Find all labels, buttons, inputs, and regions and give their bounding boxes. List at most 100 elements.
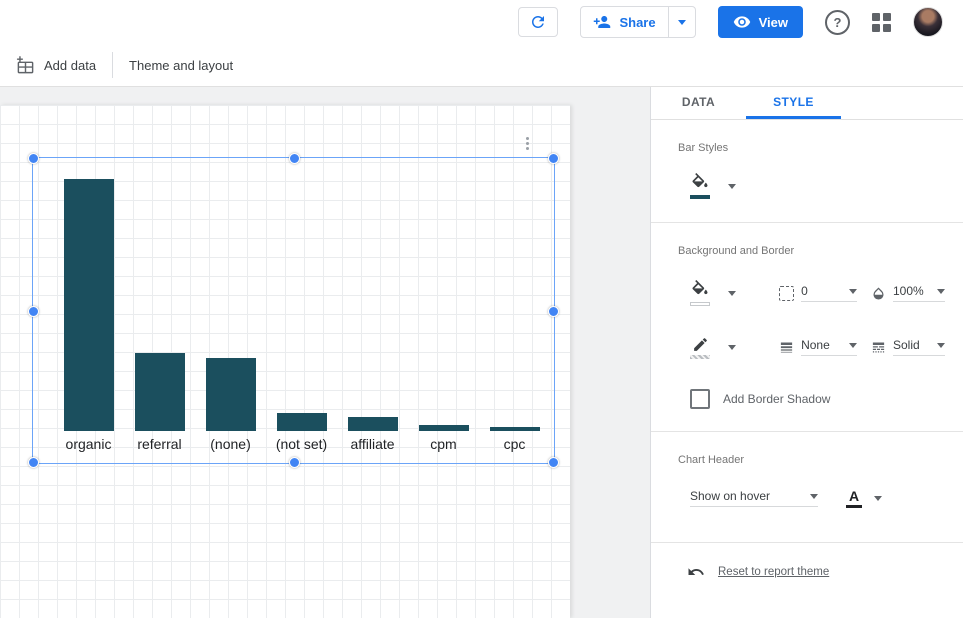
- bar-fill-color-bar: [690, 195, 710, 199]
- add-data-button[interactable]: Add data: [16, 56, 96, 75]
- share-button-main[interactable]: Share: [581, 7, 667, 37]
- theme-layout-button[interactable]: Theme and layout: [129, 58, 233, 73]
- pen-stack: [688, 336, 712, 359]
- selection-handle-sw[interactable]: [28, 457, 39, 468]
- chart-header-visibility-select[interactable]: Show on hover: [690, 489, 818, 507]
- bar-cpm[interactable]: [419, 425, 469, 431]
- bar-organic[interactable]: [64, 179, 114, 431]
- bar-affiliate[interactable]: [348, 417, 398, 431]
- caret-down-icon: [849, 289, 857, 294]
- border-shadow-checkbox[interactable]: [690, 389, 710, 409]
- border-radius-select[interactable]: 0: [801, 284, 857, 302]
- bar-label: cpc: [504, 436, 526, 455]
- report-canvas[interactable]: organicreferral(none)(not set)affiliatec…: [0, 105, 570, 618]
- chart-header-font-color-picker[interactable]: A: [846, 488, 882, 508]
- add-data-label: Add data: [44, 58, 96, 73]
- bar-notset[interactable]: [277, 413, 327, 431]
- paint-bucket-stack: [688, 173, 712, 199]
- border-shadow-label: Add Border Shadow: [723, 392, 830, 406]
- border-radius-icon: [779, 286, 794, 301]
- pen-icon: [692, 336, 709, 353]
- selection-handle-se[interactable]: [548, 457, 559, 468]
- caret-down-icon: [937, 289, 945, 294]
- border-style-value: Solid: [893, 338, 920, 352]
- border-weight-value: None: [801, 338, 830, 352]
- border-shadow-row: Add Border Shadow: [690, 389, 945, 409]
- chart-column: cpm: [408, 158, 479, 463]
- theme-layout-label: Theme and layout: [129, 58, 233, 73]
- border-color-bar: [690, 355, 710, 359]
- bar-fill-color-picker[interactable]: [688, 173, 736, 199]
- background-border-title: Background and Border: [678, 245, 945, 257]
- bar-label: (none): [210, 436, 250, 455]
- share-menu-button[interactable]: [668, 7, 695, 37]
- bar-none[interactable]: [206, 358, 256, 431]
- share-button[interactable]: Share: [580, 6, 695, 38]
- panel-tabs: DATA STYLE: [651, 87, 963, 120]
- caret-down-icon: [728, 184, 736, 189]
- border-weight-group: None: [779, 338, 871, 356]
- app-header: Share View ?: [0, 0, 963, 44]
- chart-header-section: Chart Header Show on hover A: [651, 432, 963, 542]
- undo-icon[interactable]: [687, 563, 705, 581]
- opacity-select[interactable]: 100%: [893, 284, 945, 302]
- tab-style[interactable]: STYLE: [746, 87, 841, 119]
- view-button[interactable]: View: [718, 6, 803, 38]
- apps-grid-dot: [872, 24, 880, 32]
- line-style-icon: [871, 340, 886, 355]
- caret-down-icon: [678, 20, 686, 25]
- background-color-group: [678, 280, 779, 306]
- reset-theme-link[interactable]: Reset to report theme: [718, 566, 829, 578]
- bar-cpc[interactable]: [490, 427, 540, 431]
- border-style-select[interactable]: Solid: [893, 338, 945, 356]
- chart-selection-frame[interactable]: organicreferral(none)(not set)affiliatec…: [32, 157, 555, 464]
- refresh-button[interactable]: [518, 7, 558, 37]
- border-weight-select[interactable]: None: [801, 338, 857, 356]
- chart-column: (none): [195, 158, 266, 463]
- selection-handle-n[interactable]: [289, 153, 300, 164]
- canvas-area: organicreferral(none)(not set)affiliatec…: [0, 87, 650, 618]
- bar-color-row: [678, 168, 945, 204]
- view-label: View: [759, 15, 788, 30]
- selection-handle-nw[interactable]: [28, 153, 39, 164]
- tab-data[interactable]: DATA: [651, 87, 746, 119]
- chart-overflow-menu-icon[interactable]: [522, 133, 533, 154]
- border-color-picker[interactable]: [688, 336, 736, 359]
- avatar[interactable]: [913, 7, 943, 37]
- selection-handle-ne[interactable]: [548, 153, 559, 164]
- apps-grid-icon[interactable]: [872, 13, 891, 32]
- background-color-bar: [690, 302, 710, 306]
- chart-header-visibility-value: Show on hover: [690, 489, 770, 503]
- caret-down-icon: [810, 494, 818, 499]
- apps-grid-dot: [883, 13, 891, 21]
- chart-column: cpc: [479, 158, 550, 463]
- line-weight-icon: [779, 340, 794, 355]
- bar-chart: organicreferral(none)(not set)affiliatec…: [53, 158, 554, 463]
- opacity-value: 100%: [893, 284, 924, 298]
- eye-icon: [733, 13, 751, 31]
- refresh-icon: [529, 13, 547, 31]
- add-data-icon: [16, 56, 35, 75]
- selection-handle-w[interactable]: [28, 306, 39, 317]
- background-color-picker[interactable]: [688, 280, 736, 306]
- chart-header-title: Chart Header: [678, 454, 945, 466]
- caret-down-icon: [874, 496, 882, 501]
- help-button[interactable]: ?: [825, 10, 850, 35]
- selection-handle-e[interactable]: [548, 306, 559, 317]
- chart-column: referral: [124, 158, 195, 463]
- background-row-1: 0 100%: [678, 275, 945, 311]
- chart-header-row: Show on hover A: [690, 484, 945, 512]
- caret-down-icon: [728, 345, 736, 350]
- border-radius-value: 0: [801, 284, 808, 298]
- chart-column: organic: [53, 158, 124, 463]
- person-add-icon: [593, 13, 611, 31]
- opacity-icon: [871, 286, 886, 301]
- bar-referral[interactable]: [135, 353, 185, 431]
- caret-down-icon: [728, 291, 736, 296]
- properties-panel: DATA STYLE Bar Styles: [650, 87, 963, 618]
- selection-handle-s[interactable]: [289, 457, 300, 468]
- caret-down-icon: [937, 343, 945, 348]
- edit-toolbar: Add data Theme and layout: [0, 44, 963, 87]
- opacity-group: 100%: [871, 284, 945, 302]
- border-radius-group: 0: [779, 284, 871, 302]
